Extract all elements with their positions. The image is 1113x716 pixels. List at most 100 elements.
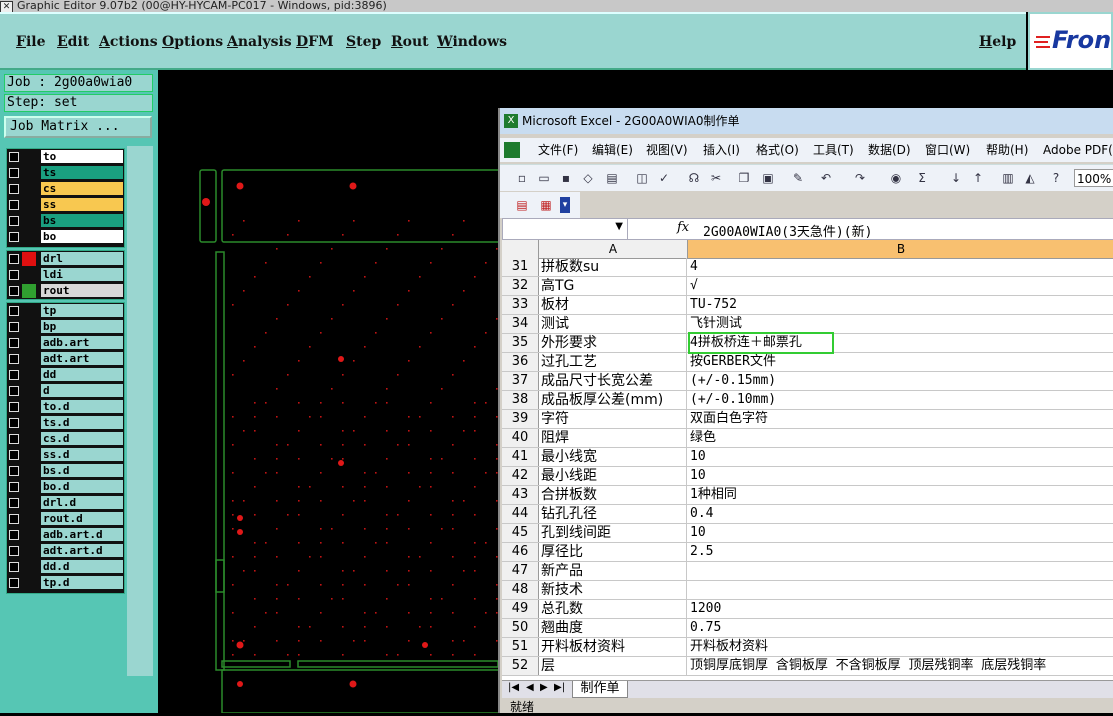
cell-a[interactable]: 合拼板数 xyxy=(539,486,687,504)
excel-menu-file[interactable]: 文件(F) xyxy=(538,138,578,162)
excel-menu-tools[interactable]: 工具(T) xyxy=(813,138,854,162)
layer-color-swatch[interactable] xyxy=(22,166,36,180)
layer-row-d[interactable]: d xyxy=(7,383,124,399)
layer-name[interactable]: adb.art.d xyxy=(41,528,123,541)
menu-edit[interactable]: Edit xyxy=(57,34,89,50)
menu-actions[interactable]: Actions xyxy=(99,34,158,50)
cell-a[interactable]: 字符 xyxy=(539,410,687,428)
layer-name[interactable]: tp xyxy=(41,304,123,317)
cell-b[interactable]: 0.4 xyxy=(688,505,1113,523)
layer-checkbox[interactable] xyxy=(9,514,19,524)
row-header[interactable]: 38 xyxy=(502,391,539,409)
cell-a[interactable]: 过孔工艺 xyxy=(539,353,687,371)
sort-descending-icon[interactable]: ↑ xyxy=(970,170,986,186)
cell-a[interactable]: 钻孔孔径 xyxy=(539,505,687,523)
layer-checkbox[interactable] xyxy=(9,232,19,242)
row-header[interactable]: 33 xyxy=(502,296,539,314)
layer-color-swatch[interactable] xyxy=(22,560,36,574)
row-header[interactable]: 43 xyxy=(502,486,539,504)
prev-sheet-icon[interactable]: ◀ xyxy=(526,682,534,693)
layer-name[interactable]: ts xyxy=(41,166,123,179)
layer-color-swatch[interactable] xyxy=(22,400,36,414)
layer-color-swatch[interactable] xyxy=(22,416,36,430)
layer-color-swatch[interactable] xyxy=(22,528,36,542)
row-header[interactable]: 34 xyxy=(502,315,539,333)
cell-a[interactable]: 高TG xyxy=(539,277,687,295)
layer-row-ts-d[interactable]: ts.d xyxy=(7,415,124,431)
cell-b[interactable]: 10 xyxy=(688,467,1113,485)
cell-b[interactable]: (+/-0.15mm) xyxy=(688,372,1113,390)
layer-row-adt-art[interactable]: adt.art xyxy=(7,351,124,367)
excel-menu-insert[interactable]: 插入(I) xyxy=(703,138,740,162)
row-header[interactable]: 50 xyxy=(502,619,539,637)
zoom-select[interactable]: 100% xyxy=(1074,169,1113,187)
menu-windows[interactable]: Windows xyxy=(437,34,507,50)
paste-icon[interactable]: ▣ xyxy=(760,170,776,186)
layer-name[interactable]: to.d xyxy=(41,400,123,413)
layer-color-swatch[interactable] xyxy=(22,230,36,244)
autosum-icon[interactable]: Σ xyxy=(914,170,930,186)
cell-a[interactable]: 开料板材资料 xyxy=(539,638,687,656)
cell-b[interactable]: √ xyxy=(688,277,1113,295)
layer-color-swatch[interactable] xyxy=(22,198,36,212)
layer-color-swatch[interactable] xyxy=(22,214,36,228)
undo-icon[interactable]: ↶ xyxy=(818,170,834,186)
layer-checkbox[interactable] xyxy=(9,418,19,428)
layer-row-tp-d[interactable]: tp.d xyxy=(7,575,124,591)
panel-scroll-strip[interactable] xyxy=(127,146,153,676)
layer-name[interactable]: rout.d xyxy=(41,512,123,525)
layer-name[interactable]: ss.d xyxy=(41,448,123,461)
layer-name[interactable]: bs.d xyxy=(41,464,123,477)
layer-checkbox[interactable] xyxy=(9,562,19,572)
hyperlink-icon[interactable]: ◉ xyxy=(888,170,904,186)
layer-row-drl-d[interactable]: drl.d xyxy=(7,495,124,511)
spelling-icon[interactable]: ✓ xyxy=(656,170,672,186)
format-painter-icon[interactable]: ✎ xyxy=(790,170,806,186)
excel-menu-data[interactable]: 数据(D) xyxy=(868,138,911,162)
layer-color-swatch[interactable] xyxy=(22,182,36,196)
layer-checkbox[interactable] xyxy=(9,254,19,264)
layer-row-ldi[interactable]: ldi xyxy=(7,267,124,283)
fx-icon[interactable]: fx xyxy=(677,220,689,235)
layer-row-adb-art-d[interactable]: adb.art.d xyxy=(7,527,124,543)
layer-color-swatch[interactable] xyxy=(22,336,36,350)
next-sheet-icon[interactable]: ▶ xyxy=(540,682,548,693)
cell-a[interactable]: 最小线距 xyxy=(539,467,687,485)
row-header[interactable]: 32 xyxy=(502,277,539,295)
close-icon[interactable]: ✕ xyxy=(0,1,13,12)
layer-checkbox[interactable] xyxy=(9,450,19,460)
job-matrix-button[interactable]: Job Matrix ... xyxy=(4,116,152,138)
cell-b[interactable]: 开料板材资料 xyxy=(688,638,1113,656)
cell-b[interactable]: 4 xyxy=(688,258,1113,276)
help-icon[interactable]: ? xyxy=(1048,170,1064,186)
menu-analysis[interactable]: Analysis xyxy=(227,34,292,50)
excel-menu-window[interactable]: 窗口(W) xyxy=(925,138,970,162)
layer-row-bo[interactable]: bo xyxy=(7,229,124,245)
layer-color-swatch[interactable] xyxy=(22,576,36,590)
formula-input[interactable]: 2G00A0WIA0(3天急件)(新) xyxy=(703,221,872,240)
row-header[interactable]: 44 xyxy=(502,505,539,523)
layer-name[interactable]: drl.d xyxy=(41,496,123,509)
layer-color-swatch[interactable] xyxy=(22,512,36,526)
layer-name[interactable]: ldi xyxy=(41,268,123,281)
layer-checkbox[interactable] xyxy=(9,184,19,194)
layer-name[interactable]: ts.d xyxy=(41,416,123,429)
cell-b[interactable]: 10 xyxy=(688,448,1113,466)
row-header[interactable]: 36 xyxy=(502,353,539,371)
menu-step[interactable]: Step xyxy=(346,34,381,50)
select-all-corner[interactable] xyxy=(502,240,539,258)
layer-row-bs[interactable]: bs xyxy=(7,213,124,229)
cell-a[interactable]: 翘曲度 xyxy=(539,619,687,637)
layer-name[interactable]: adt.art.d xyxy=(41,544,123,557)
excel-menu-edit[interactable]: 编辑(E) xyxy=(592,138,633,162)
layer-row-rout[interactable]: rout xyxy=(7,283,124,299)
layer-name[interactable]: drl xyxy=(41,252,123,265)
cell-a[interactable]: 最小线宽 xyxy=(539,448,687,466)
permission-icon[interactable]: ◇ xyxy=(580,170,596,186)
layer-name[interactable]: bo xyxy=(41,230,123,243)
new-icon[interactable]: ▫ xyxy=(514,170,530,186)
layer-checkbox[interactable] xyxy=(9,498,19,508)
layer-row-bs-d[interactable]: bs.d xyxy=(7,463,124,479)
layer-row-bo-d[interactable]: bo.d xyxy=(7,479,124,495)
layer-row-dd-d[interactable]: dd.d xyxy=(7,559,124,575)
